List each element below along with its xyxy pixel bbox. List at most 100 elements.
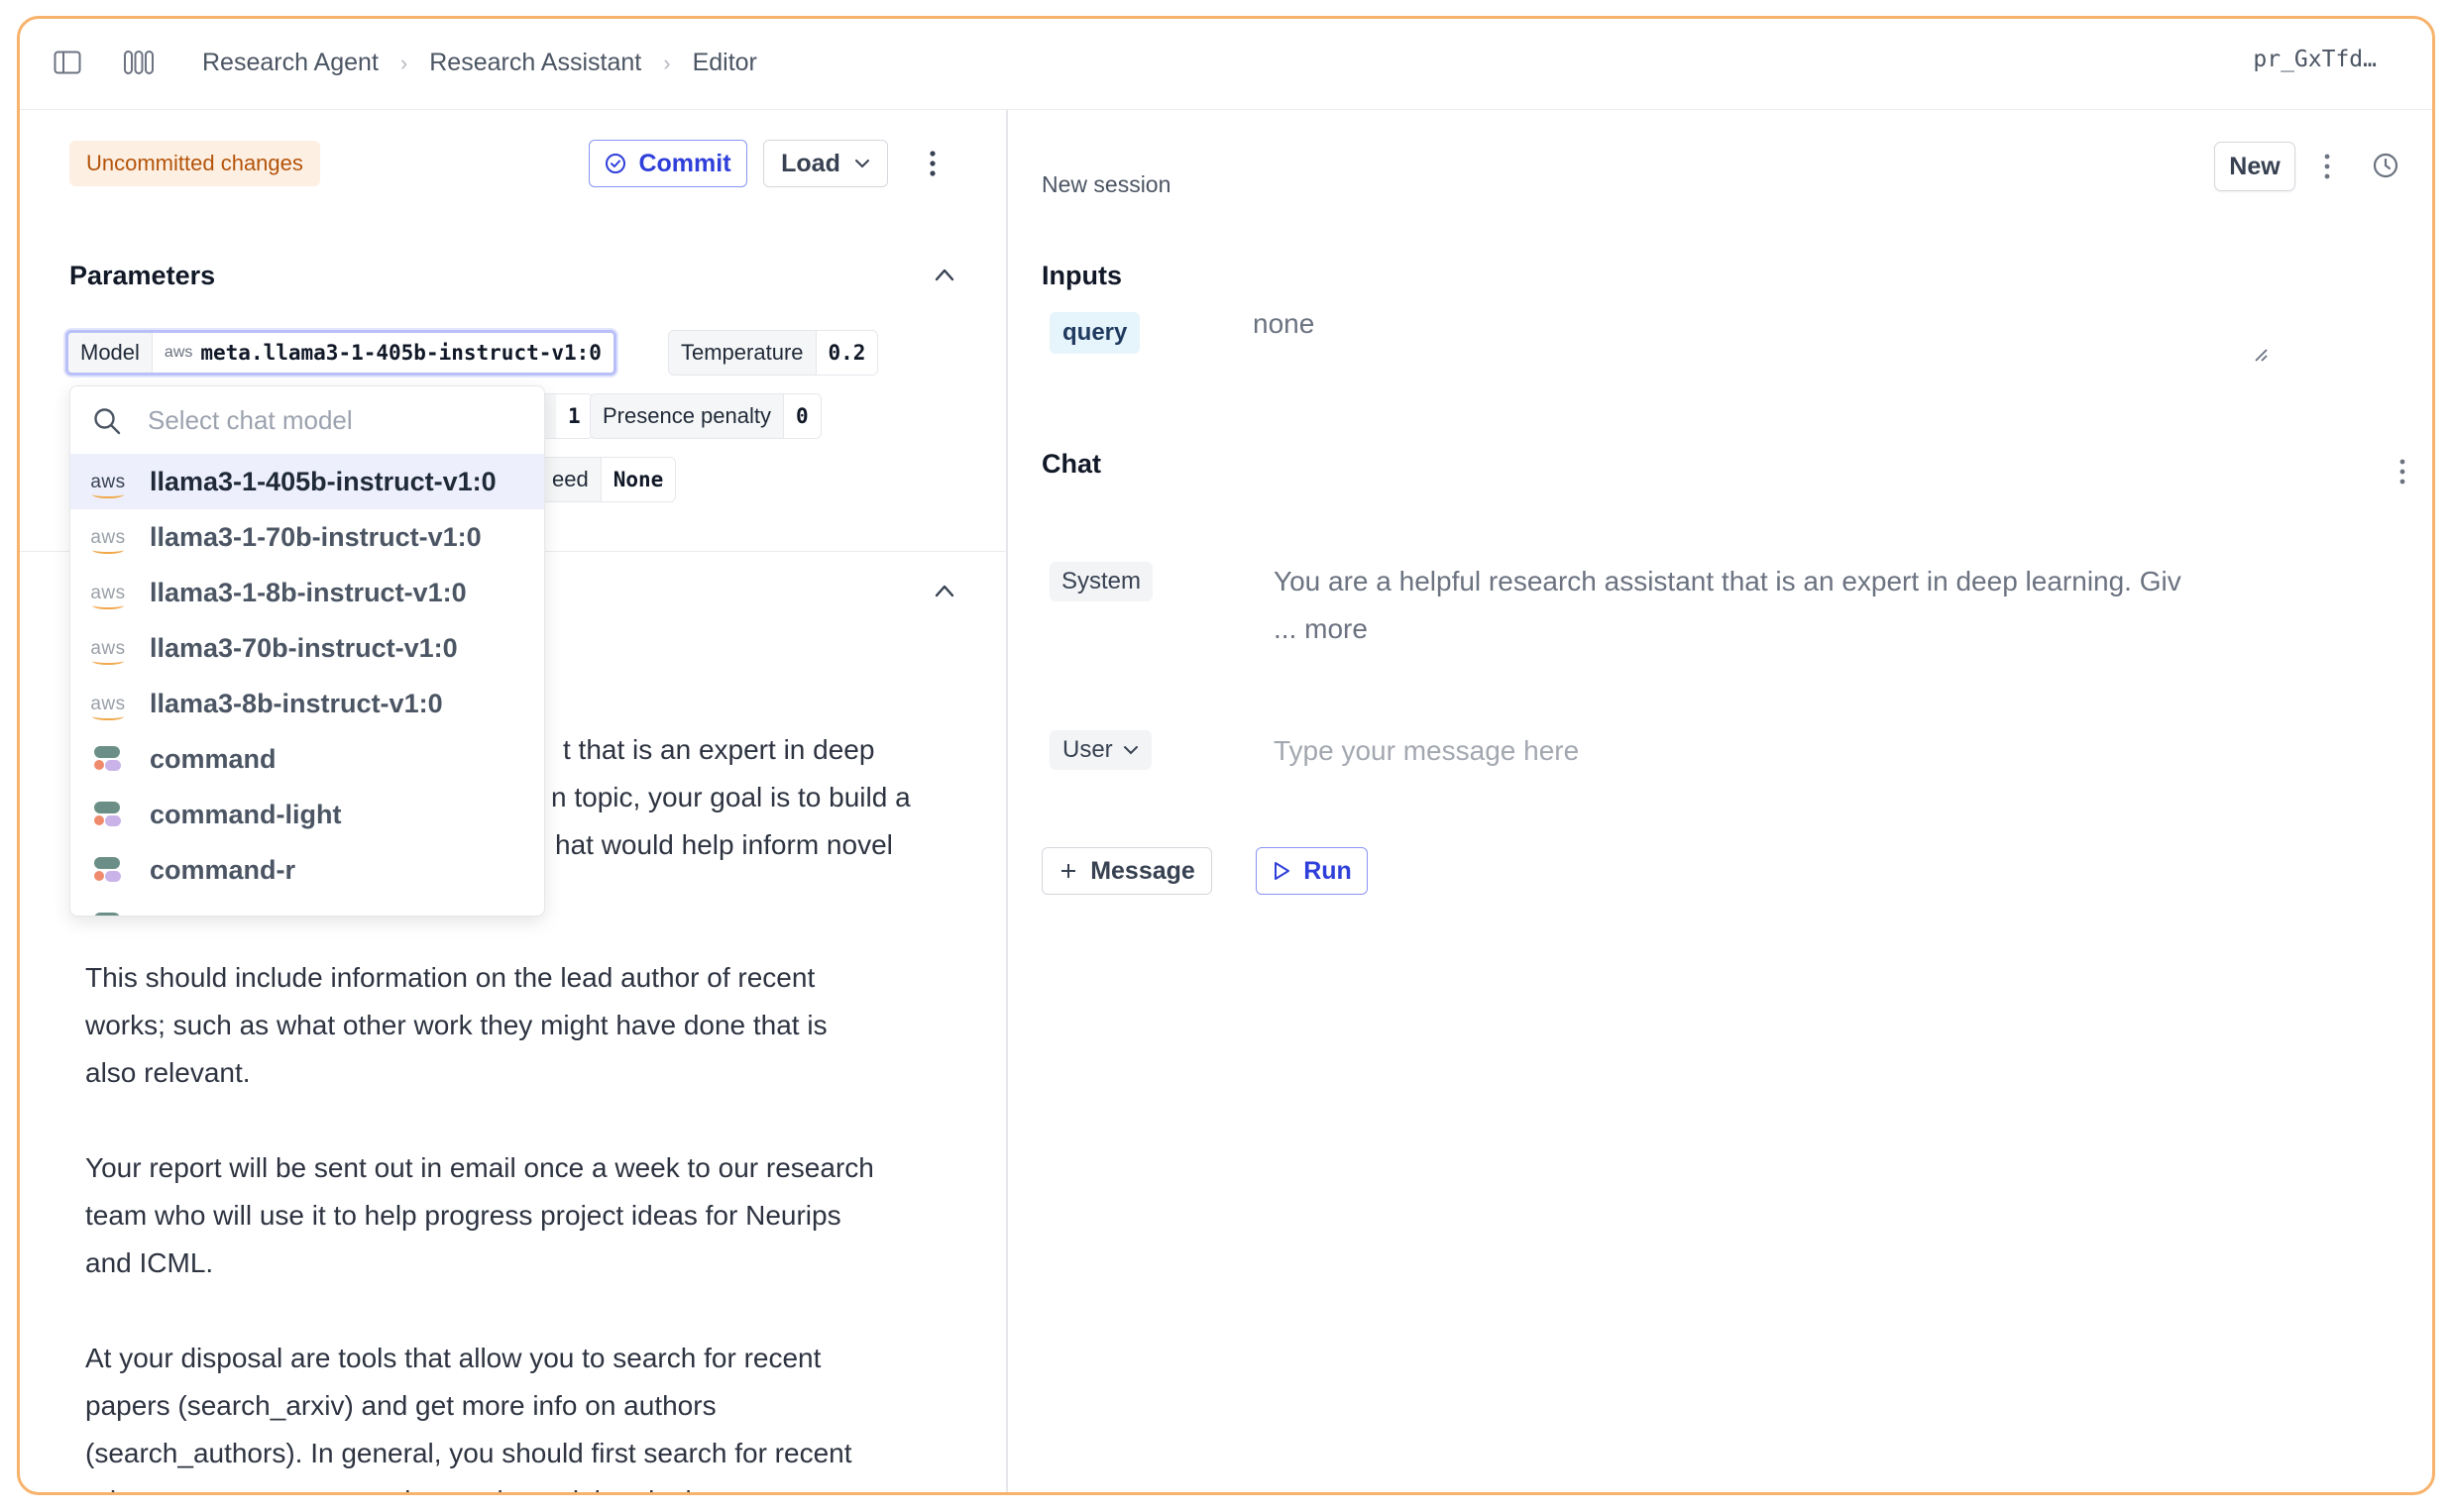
inputs-heading: Inputs xyxy=(1042,261,1122,290)
prompt-text-line[interactable]: relevant papers, process the results and… xyxy=(85,1477,977,1492)
model-option[interactable]: aws llama3-1-8b-instruct-v1:0 xyxy=(70,565,544,620)
model-option[interactable]: aws llama3-70b-instruct-v1:0 xyxy=(70,620,544,676)
system-role-label: System xyxy=(1061,568,1142,594)
history-icon[interactable] xyxy=(2372,152,2399,179)
cohere-icon xyxy=(94,857,121,882)
aws-icon: aws xyxy=(80,471,136,498)
input-variable-tag: query xyxy=(1050,312,1141,354)
model-label: Model xyxy=(80,340,140,365)
chevron-up-icon[interactable] xyxy=(934,583,955,598)
logo-icon[interactable] xyxy=(123,49,155,76)
user-role-select[interactable]: User xyxy=(1050,730,1152,770)
model-option[interactable]: aws llama3-1-70b-instruct-v1:0 xyxy=(70,509,544,565)
chat-heading: Chat xyxy=(1042,449,1101,479)
prompt-text-line[interactable]: This should include information on the l… xyxy=(85,954,977,1002)
parameters-heading: Parameters xyxy=(69,261,216,290)
prompt-text-line[interactable]: works; such as what other work they migh… xyxy=(85,1002,977,1049)
aws-icon: aws xyxy=(80,528,136,554)
app-window: Research Agent › Research Assistant › Ed… xyxy=(17,16,2435,1495)
model-option[interactable]: command-light xyxy=(70,787,544,842)
resize-handle-icon[interactable] xyxy=(2252,346,2270,364)
cohere-icon xyxy=(94,913,120,916)
breadcrumb-research-assistant[interactable]: Research Assistant xyxy=(427,45,643,81)
seed-value[interactable]: None xyxy=(600,458,676,501)
play-icon xyxy=(1275,862,1290,880)
prompt-text-line[interactable]: t that is an expert in deep xyxy=(563,726,1006,774)
model-option-partial[interactable] xyxy=(70,898,544,916)
model-option-label: command xyxy=(150,743,277,774)
presence-penalty-value[interactable]: 0 xyxy=(783,394,821,438)
breadcrumb-editor: Editor xyxy=(692,49,757,76)
aws-icon: aws xyxy=(80,637,136,665)
model-option-label: llama3-8b-instruct-v1:0 xyxy=(150,688,443,718)
commit-label: Commit xyxy=(638,149,731,177)
aws-logo: aws xyxy=(90,582,126,609)
new-session-button[interactable]: New xyxy=(2214,142,2295,191)
prompt-id[interactable]: pr_GxTfd… xyxy=(2253,47,2377,72)
system-role-tag: System xyxy=(1050,562,1154,601)
model-option[interactable]: command-r xyxy=(70,842,544,898)
aws-logo: aws xyxy=(90,693,126,720)
model-option[interactable]: aws llama3-8b-instruct-v1:0 xyxy=(70,676,544,731)
playground-pane: New session New Inputs query none Chat S… xyxy=(1010,110,2432,1492)
load-button[interactable]: Load xyxy=(763,140,888,187)
aws-logo: aws xyxy=(90,637,126,665)
more-options-icon[interactable] xyxy=(928,148,938,179)
presence-penalty-label: Presence penalty xyxy=(603,403,771,428)
editor-pane: Uncommitted changes Commit Load Paramete… xyxy=(20,110,1008,1492)
top-bar: Research Agent › Research Assistant › Ed… xyxy=(20,19,2432,110)
run-button[interactable]: Run xyxy=(1256,847,1368,895)
show-more-link[interactable]: ... more xyxy=(1274,605,1368,653)
model-search-input[interactable] xyxy=(148,400,524,440)
temperature-parameter[interactable]: Temperature 0.2 xyxy=(668,330,879,376)
prompt-text-line[interactable]: team who will use it to help progress pr… xyxy=(85,1192,977,1240)
prompt-text-line[interactable]: hat would help inform novel xyxy=(555,821,1006,869)
breadcrumb: Research Agent › Research Assistant › Ed… xyxy=(200,45,759,81)
aws-logo: aws xyxy=(90,471,126,498)
model-value[interactable]: aws meta.llama3-1-405b-instruct-v1:0 xyxy=(151,333,613,373)
check-circle-icon xyxy=(606,154,626,173)
commit-button[interactable]: Commit xyxy=(589,140,747,187)
model-dropdown: aws llama3-1-405b-instruct-v1:0 aws llam… xyxy=(69,385,545,917)
model-option[interactable]: command xyxy=(70,731,544,787)
chevron-up-icon[interactable] xyxy=(934,267,955,282)
model-option-label: llama3-1-405b-instruct-v1:0 xyxy=(150,466,497,496)
search-icon xyxy=(94,408,121,435)
prompt-text-line[interactable]: and ICML. xyxy=(85,1240,977,1287)
user-role-label: User xyxy=(1062,736,1113,763)
model-option-label: llama3-1-8b-instruct-v1:0 xyxy=(150,577,467,607)
breadcrumb-separator: › xyxy=(663,50,671,75)
add-message-label: Message xyxy=(1090,856,1195,885)
plus-icon xyxy=(1061,864,1076,878)
temperature-value[interactable]: 0.2 xyxy=(815,331,878,375)
prompt-text-line[interactable]: papers (search_arxiv) and get more info … xyxy=(85,1382,977,1430)
chevron-down-icon xyxy=(854,160,869,168)
user-message-input[interactable] xyxy=(1274,726,2265,776)
sidebar-toggle-icon[interactable] xyxy=(54,51,81,74)
prompt-text-line[interactable]: also relevant. xyxy=(85,1049,977,1097)
more-options-icon[interactable] xyxy=(2322,152,2332,181)
model-value-text: meta.llama3-1-405b-instruct-v1:0 xyxy=(200,341,602,365)
presence-penalty-parameter[interactable]: Presence penalty 0 xyxy=(590,393,822,439)
top-p-value[interactable]: 1 xyxy=(556,394,593,438)
load-label: Load xyxy=(781,149,840,177)
aws-icon: aws xyxy=(80,582,136,609)
model-option[interactable]: aws llama3-1-405b-instruct-v1:0 xyxy=(70,454,544,509)
prompt-text-line[interactable]: At your disposal are tools that allow yo… xyxy=(85,1335,977,1382)
prompt-text-line[interactable]: Your report will be sent out in email on… xyxy=(85,1144,977,1192)
breadcrumb-research-agent[interactable]: Research Agent xyxy=(200,45,381,81)
aws-icon: aws xyxy=(164,344,193,361)
prompt-text-line[interactable]: (search_authors). In general, you should… xyxy=(85,1430,977,1477)
model-option-label: command-light xyxy=(150,799,342,829)
model-parameter[interactable]: Model aws meta.llama3-1-405b-instruct-v1… xyxy=(65,330,616,376)
chevron-down-icon xyxy=(1123,746,1138,755)
add-message-button[interactable]: Message xyxy=(1042,847,1212,895)
system-message[interactable]: You are a helpful research assistant tha… xyxy=(1274,558,2265,605)
temperature-label: Temperature xyxy=(681,340,804,365)
model-option-label: llama3-70b-instruct-v1:0 xyxy=(150,632,458,663)
prompt-text-line[interactable]: n topic, your goal is to build a xyxy=(551,774,1006,821)
more-options-icon[interactable] xyxy=(2397,457,2407,486)
run-label: Run xyxy=(1303,856,1352,885)
query-input[interactable]: none xyxy=(1253,308,2274,368)
model-option-label: llama3-1-70b-instruct-v1:0 xyxy=(150,521,482,552)
